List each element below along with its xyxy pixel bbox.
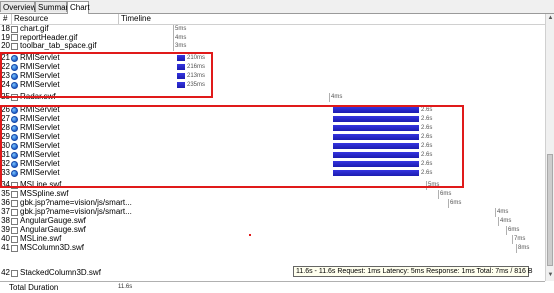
- timeline-tick: [506, 226, 507, 235]
- timeline-tick: [512, 235, 513, 244]
- document-icon: [11, 25, 18, 33]
- tab-summary[interactable]: Summary: [35, 1, 72, 12]
- scrollbar-thumb[interactable]: [547, 154, 553, 266]
- vertical-scrollbar[interactable]: ▲ ▼: [545, 14, 554, 281]
- document-icon: [11, 269, 18, 277]
- document-icon: [11, 226, 18, 234]
- timeline-tick: [516, 244, 517, 253]
- timeline-tick: [173, 42, 174, 51]
- tab-bar: Overview Summary Chart: [0, 0, 554, 14]
- marker-dot: [249, 234, 251, 236]
- document-icon: [11, 208, 18, 216]
- timeline-tick: [438, 190, 439, 199]
- list-item[interactable]: 20 toolbar_tab_space.gif 3ms: [0, 41, 545, 51]
- resource-name: StackedColumn3D.swf: [20, 268, 101, 277]
- timeline-label: 6ms: [440, 191, 452, 197]
- timeline-label: 6ms: [450, 200, 462, 206]
- timeline-label: 6ms: [508, 227, 520, 233]
- total-duration-label: Total Duration: [9, 283, 59, 292]
- document-icon: [11, 217, 18, 225]
- timeline-tick: [448, 199, 449, 208]
- footer-total-duration: Total Duration 11.6s: [0, 281, 545, 293]
- scroll-up-icon[interactable]: ▲: [547, 15, 554, 22]
- highlight-box-long-requests: [0, 105, 464, 188]
- row-number: 41: [1, 243, 10, 252]
- timeline-label: 7ms: [514, 236, 526, 242]
- resource-name: MSColumn3D.swf: [20, 243, 85, 252]
- timeline-label: 4ms: [500, 218, 512, 224]
- timeline-tick: [498, 217, 499, 226]
- tab-chart[interactable]: Chart: [67, 1, 90, 14]
- document-icon: [11, 244, 18, 252]
- timeline-tick: [495, 208, 496, 217]
- row-number: 20: [1, 41, 10, 50]
- list-item[interactable]: 39 AngularGauge.swf 6ms: [0, 225, 545, 235]
- document-icon: [11, 199, 18, 207]
- document-icon: [11, 235, 18, 243]
- tab-overview[interactable]: Overview: [0, 1, 36, 12]
- timing-tooltip: 11.6s - 11.6s Request: 1ms Latency: 5ms …: [293, 266, 533, 277]
- timeline-label: 4ms: [331, 94, 343, 100]
- document-icon: [11, 42, 18, 50]
- list-item[interactable]: 18 chart.gif 5ms: [0, 25, 545, 34]
- total-duration-value: 11.6s: [118, 284, 133, 290]
- timeline-tick: [173, 25, 174, 34]
- column-number[interactable]: #: [3, 14, 7, 24]
- highlight-box-short-requests: [0, 52, 213, 98]
- column-divider[interactable]: [118, 14, 119, 24]
- timeline-tick: [173, 33, 174, 42]
- timeline-label: 8ms: [518, 245, 530, 251]
- column-header: # Resource Timeline: [0, 14, 545, 25]
- column-resource[interactable]: Resource: [14, 14, 48, 24]
- column-divider[interactable]: [11, 14, 12, 24]
- timeline-label: 3ms: [175, 43, 187, 49]
- scroll-down-icon[interactable]: ▼: [547, 272, 554, 279]
- timeline-label: 4ms: [175, 34, 187, 41]
- timeline-label: 4ms: [497, 209, 509, 215]
- column-timeline[interactable]: Timeline: [121, 14, 151, 24]
- timeline-tick: [329, 93, 330, 102]
- resource-name: toolbar_tab_space.gif: [20, 41, 97, 50]
- row-number: 42: [1, 268, 10, 277]
- document-icon: [11, 190, 18, 198]
- document-icon: [11, 34, 18, 41]
- list-item[interactable]: 41 MSColumn3D.swf 8ms: [0, 243, 545, 253]
- timeline-label: 5ms: [175, 26, 187, 32]
